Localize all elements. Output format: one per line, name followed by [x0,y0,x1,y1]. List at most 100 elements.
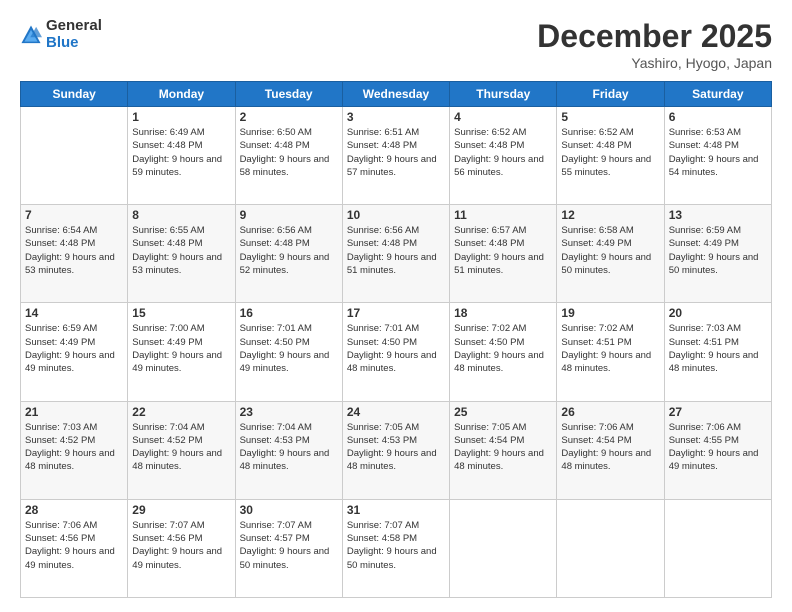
day-info: Sunrise: 6:59 AMSunset: 4:49 PMDaylight:… [669,224,767,277]
day-info: Sunrise: 7:04 AMSunset: 4:52 PMDaylight:… [132,421,230,474]
day-info: Sunrise: 6:49 AMSunset: 4:48 PMDaylight:… [132,126,230,179]
weekday-header-sunday: Sunday [21,82,128,107]
day-info: Sunrise: 7:00 AMSunset: 4:49 PMDaylight:… [132,322,230,375]
day-cell: 11 Sunrise: 6:57 AMSunset: 4:48 PMDayligh… [450,205,557,303]
day-cell: 10 Sunrise: 6:56 AMSunset: 4:48 PMDayligh… [342,205,449,303]
day-number: 6 [669,110,767,124]
day-cell [664,499,771,597]
day-cell: 22 Sunrise: 7:04 AMSunset: 4:52 PMDayligh… [128,401,235,499]
day-number: 22 [132,405,230,419]
day-number: 19 [561,306,659,320]
logo-blue-text: Blue [46,35,102,52]
day-number: 24 [347,405,445,419]
day-cell: 19 Sunrise: 7:02 AMSunset: 4:51 PMDayligh… [557,303,664,401]
day-info: Sunrise: 6:52 AMSunset: 4:48 PMDaylight:… [561,126,659,179]
day-info: Sunrise: 7:06 AMSunset: 4:54 PMDaylight:… [561,421,659,474]
day-info: Sunrise: 6:54 AMSunset: 4:48 PMDaylight:… [25,224,123,277]
logo-text: General Blue [46,18,102,51]
day-cell: 3 Sunrise: 6:51 AMSunset: 4:48 PMDaylight… [342,107,449,205]
day-number: 7 [25,208,123,222]
day-info: Sunrise: 6:56 AMSunset: 4:48 PMDaylight:… [240,224,338,277]
day-number: 5 [561,110,659,124]
week-row-2: 7 Sunrise: 6:54 AMSunset: 4:48 PMDaylight… [21,205,772,303]
day-cell: 20 Sunrise: 7:03 AMSunset: 4:51 PMDayligh… [664,303,771,401]
day-number: 21 [25,405,123,419]
location: Yashiro, Hyogo, Japan [537,55,772,71]
day-cell: 23 Sunrise: 7:04 AMSunset: 4:53 PMDayligh… [235,401,342,499]
day-number: 9 [240,208,338,222]
day-info: Sunrise: 6:50 AMSunset: 4:48 PMDaylight:… [240,126,338,179]
day-number: 28 [25,503,123,517]
day-info: Sunrise: 6:55 AMSunset: 4:48 PMDaylight:… [132,224,230,277]
weekday-header-wednesday: Wednesday [342,82,449,107]
weekday-header-thursday: Thursday [450,82,557,107]
week-row-4: 21 Sunrise: 7:03 AMSunset: 4:52 PMDayligh… [21,401,772,499]
day-info: Sunrise: 7:03 AMSunset: 4:51 PMDaylight:… [669,322,767,375]
day-cell: 4 Sunrise: 6:52 AMSunset: 4:48 PMDaylight… [450,107,557,205]
day-info: Sunrise: 7:07 AMSunset: 4:56 PMDaylight:… [132,519,230,572]
day-info: Sunrise: 7:03 AMSunset: 4:52 PMDaylight:… [25,421,123,474]
day-number: 20 [669,306,767,320]
day-info: Sunrise: 7:01 AMSunset: 4:50 PMDaylight:… [347,322,445,375]
day-cell: 12Sunrise: 6:58 AMSunset: 4:49 PMDayligh… [557,205,664,303]
weekday-header-monday: Monday [128,82,235,107]
page: General Blue December 2025 Yashiro, Hyog… [0,0,792,612]
day-number: 31 [347,503,445,517]
day-number: 14 [25,306,123,320]
day-info: Sunrise: 7:01 AMSunset: 4:50 PMDaylight:… [240,322,338,375]
day-cell: 18Sunrise: 7:02 AMSunset: 4:50 PMDayligh… [450,303,557,401]
day-number: 8 [132,208,230,222]
day-cell: 28 Sunrise: 7:06 AMSunset: 4:56 PMDayligh… [21,499,128,597]
logo-icon [20,24,42,46]
day-info: Sunrise: 6:53 AMSunset: 4:48 PMDaylight:… [669,126,767,179]
day-info: Sunrise: 7:07 AMSunset: 4:57 PMDaylight:… [240,519,338,572]
day-info: Sunrise: 6:57 AMSunset: 4:48 PMDaylight:… [454,224,552,277]
day-number: 11 [454,208,552,222]
day-info: Sunrise: 7:04 AMSunset: 4:53 PMDaylight:… [240,421,338,474]
week-row-3: 14Sunrise: 6:59 AMSunset: 4:49 PMDayligh… [21,303,772,401]
day-cell: 31Sunrise: 7:07 AMSunset: 4:58 PMDayligh… [342,499,449,597]
day-cell: 1 Sunrise: 6:49 AMSunset: 4:48 PMDaylight… [128,107,235,205]
weekday-header-saturday: Saturday [664,82,771,107]
day-number: 18 [454,306,552,320]
weekday-header-tuesday: Tuesday [235,82,342,107]
day-info: Sunrise: 6:52 AMSunset: 4:48 PMDaylight:… [454,126,552,179]
day-cell [21,107,128,205]
weekday-header-friday: Friday [557,82,664,107]
day-cell: 14Sunrise: 6:59 AMSunset: 4:49 PMDayligh… [21,303,128,401]
day-cell: 2Sunrise: 6:50 AMSunset: 4:48 PMDaylight… [235,107,342,205]
week-row-1: 1 Sunrise: 6:49 AMSunset: 4:48 PMDaylight… [21,107,772,205]
day-cell [557,499,664,597]
day-number: 10 [347,208,445,222]
day-number: 1 [132,110,230,124]
logo-general-text: General [46,18,102,35]
day-cell: 17 Sunrise: 7:01 AMSunset: 4:50 PMDayligh… [342,303,449,401]
calendar-table: SundayMondayTuesdayWednesdayThursdayFrid… [20,81,772,598]
day-number: 16 [240,306,338,320]
weekday-header-row: SundayMondayTuesdayWednesdayThursdayFrid… [21,82,772,107]
day-cell: 6 Sunrise: 6:53 AMSunset: 4:48 PMDaylight… [664,107,771,205]
day-number: 26 [561,405,659,419]
day-number: 17 [347,306,445,320]
day-number: 4 [454,110,552,124]
day-number: 29 [132,503,230,517]
day-cell: 29 Sunrise: 7:07 AMSunset: 4:56 PMDayligh… [128,499,235,597]
day-cell: 16 Sunrise: 7:01 AMSunset: 4:50 PMDayligh… [235,303,342,401]
header: General Blue December 2025 Yashiro, Hyog… [20,18,772,71]
day-info: Sunrise: 6:51 AMSunset: 4:48 PMDaylight:… [347,126,445,179]
title-area: December 2025 Yashiro, Hyogo, Japan [537,18,772,71]
week-row-5: 28 Sunrise: 7:06 AMSunset: 4:56 PMDayligh… [21,499,772,597]
day-number: 30 [240,503,338,517]
month-title: December 2025 [537,18,772,55]
day-info: Sunrise: 7:06 AMSunset: 4:56 PMDaylight:… [25,519,123,572]
day-cell: 30 Sunrise: 7:07 AMSunset: 4:57 PMDayligh… [235,499,342,597]
day-number: 3 [347,110,445,124]
day-number: 23 [240,405,338,419]
day-number: 13 [669,208,767,222]
day-cell: 21 Sunrise: 7:03 AMSunset: 4:52 PMDayligh… [21,401,128,499]
day-cell: 25Sunrise: 7:05 AMSunset: 4:54 PMDayligh… [450,401,557,499]
day-info: Sunrise: 7:02 AMSunset: 4:51 PMDaylight:… [561,322,659,375]
logo: General Blue [20,18,102,51]
day-info: Sunrise: 6:56 AMSunset: 4:48 PMDaylight:… [347,224,445,277]
day-cell: 26 Sunrise: 7:06 AMSunset: 4:54 PMDayligh… [557,401,664,499]
